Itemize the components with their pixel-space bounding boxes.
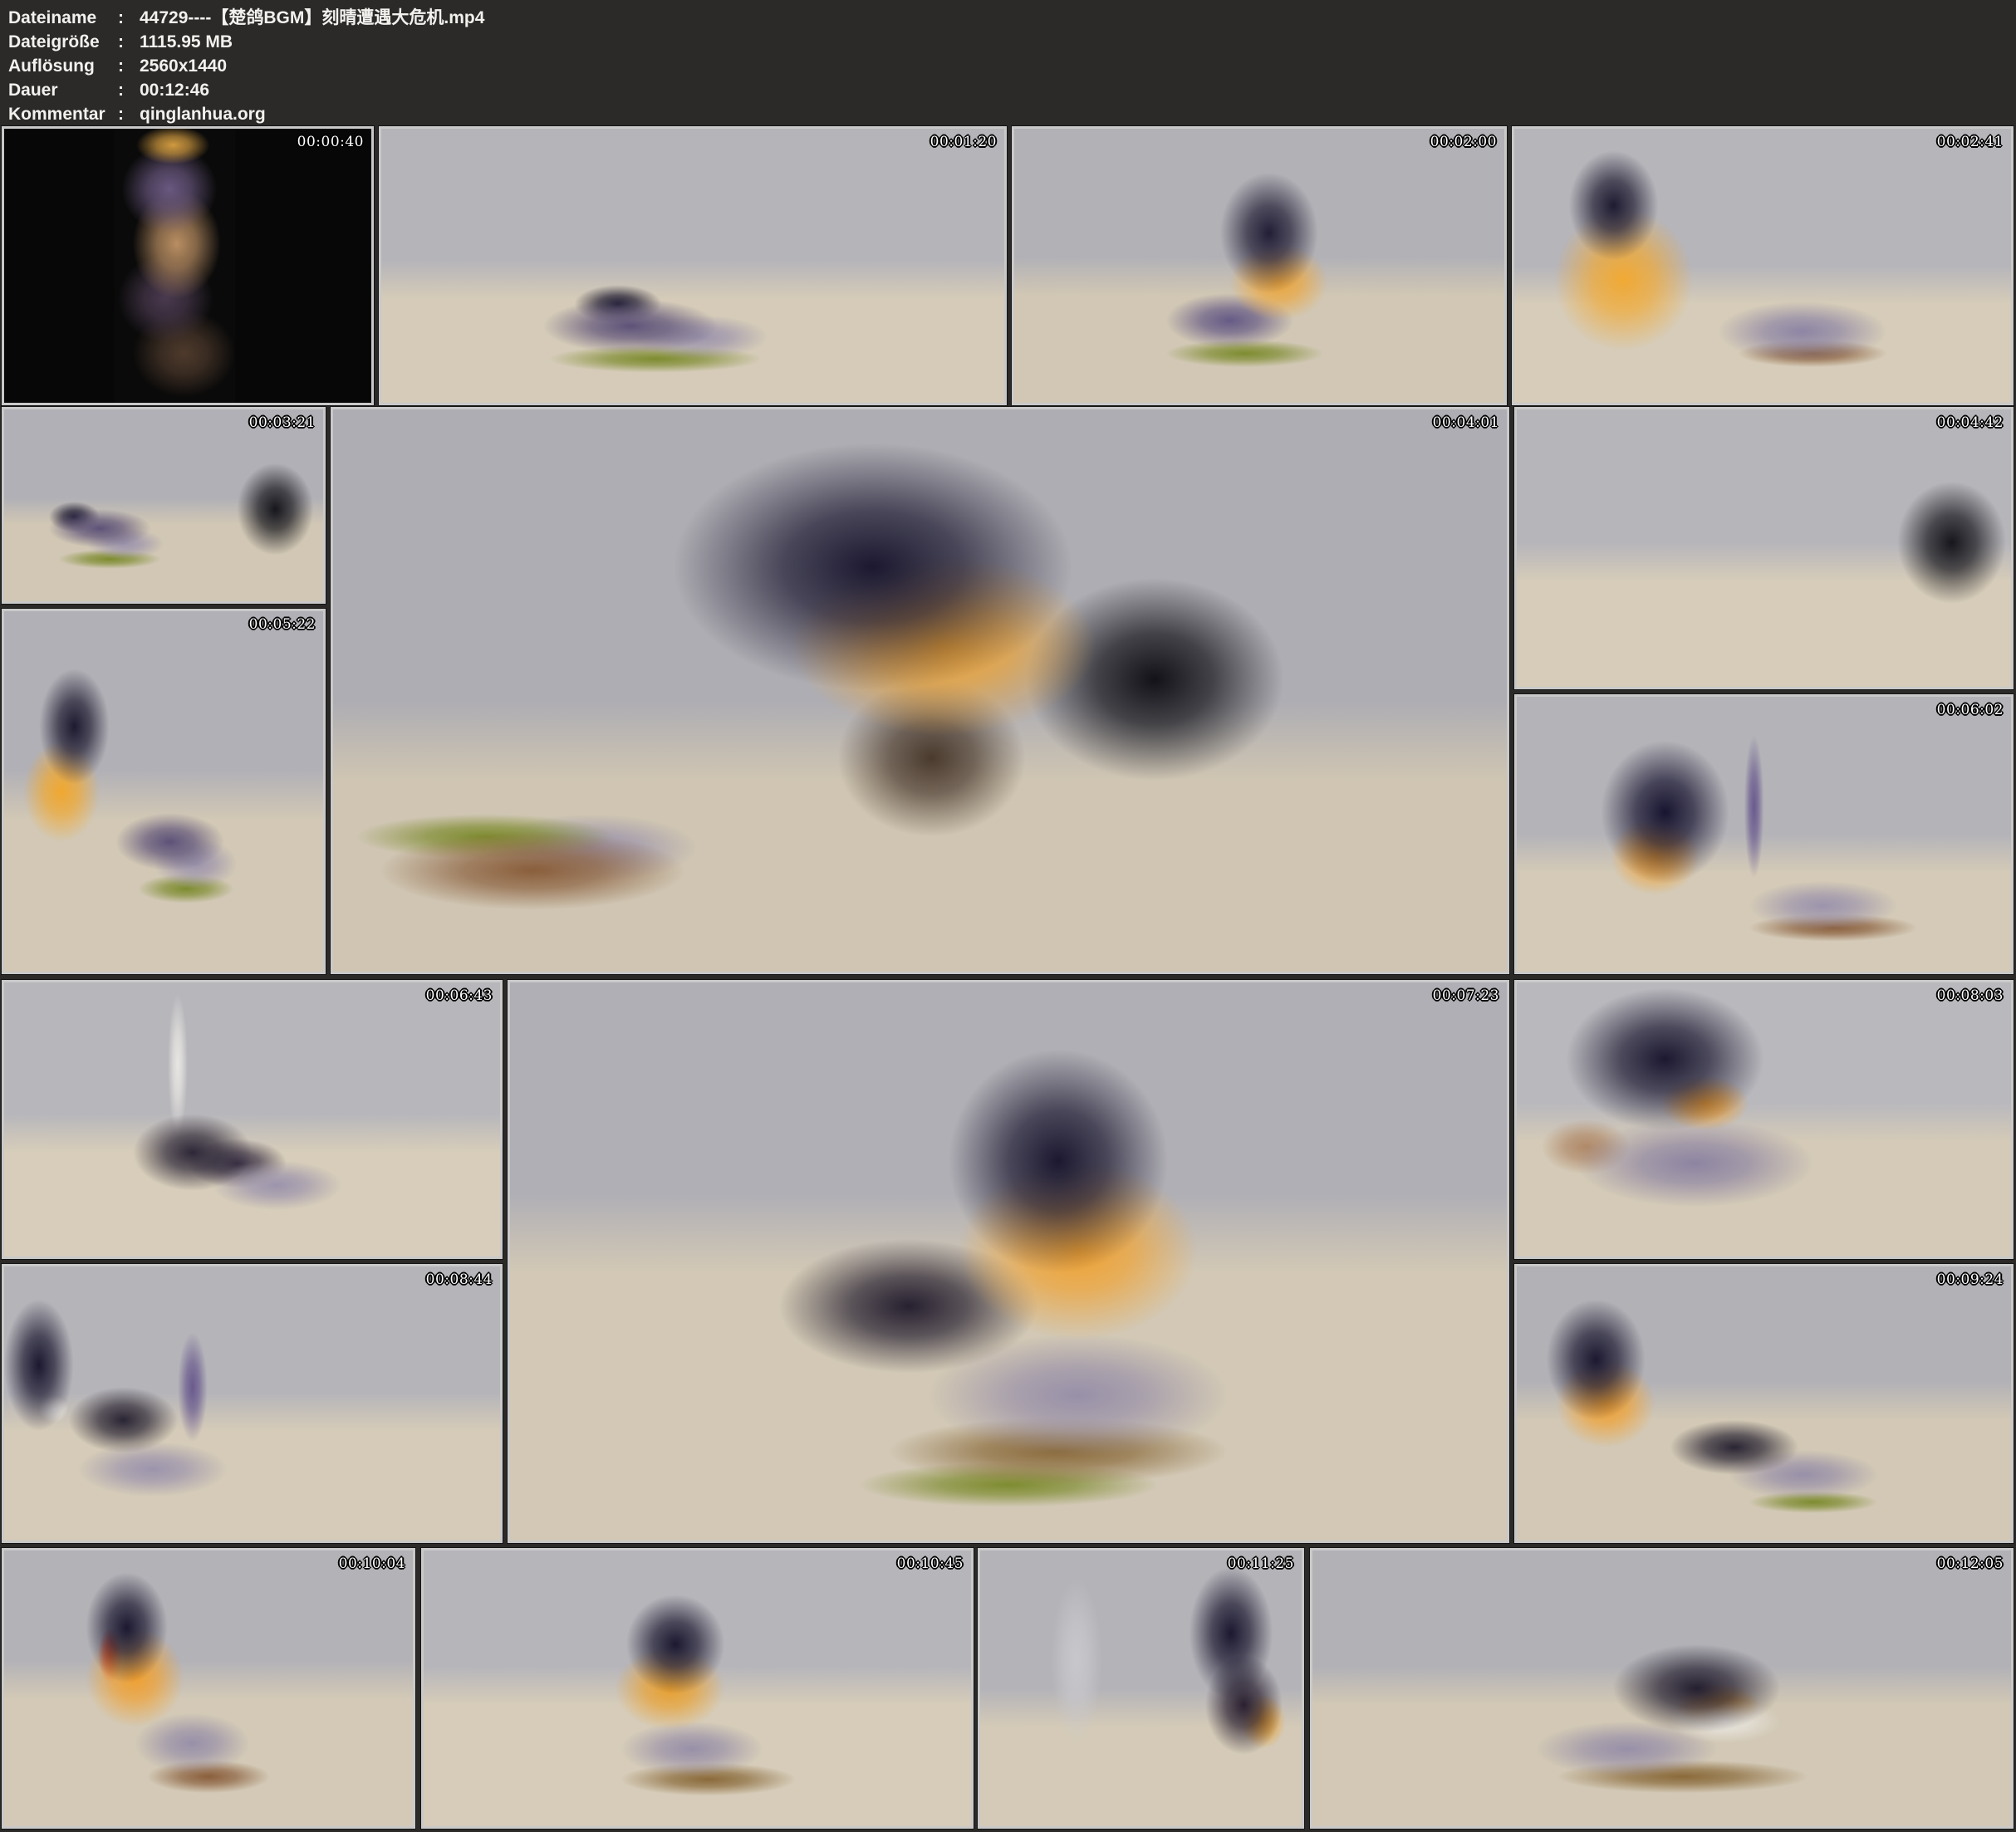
video-thumbnail: 00:10:45 [421, 1548, 974, 1829]
timestamp-overlay: 00:10:45 [897, 1555, 964, 1572]
scene-placeholder [4, 1550, 413, 1826]
timestamp-overlay: 00:05:22 [249, 616, 316, 633]
video-thumbnail: 00:07:23 [508, 980, 1509, 1543]
timestamp-overlay: 00:09:24 [1937, 1271, 2004, 1288]
scene-placeholder [333, 409, 1507, 972]
video-thumbnail: 00:06:02 [1514, 694, 2014, 974]
scene-placeholder [4, 129, 371, 403]
timestamp-overlay: 00:04:42 [1937, 414, 2004, 431]
thumbnail-grid: 00:00:40 00:01:20 00:02:00 00:02:41 00:03:21… [0, 0, 2016, 1832]
scene-placeholder [1312, 1550, 2011, 1826]
timestamp-overlay: 00:06:43 [426, 987, 493, 1004]
scene-placeholder [1014, 129, 1504, 403]
timestamp-overlay: 00:07:23 [1433, 987, 1499, 1004]
video-thumbnail: 00:01:20 [379, 126, 1007, 405]
scene-placeholder [1517, 409, 2011, 687]
scene-placeholder [1514, 129, 2011, 403]
scene-placeholder [424, 1550, 971, 1826]
scene-placeholder [381, 129, 1004, 403]
video-thumbnail: 00:12:05 [1310, 1548, 2014, 1829]
timestamp-overlay: 00:12:05 [1937, 1555, 2004, 1572]
scene-placeholder [1517, 697, 2011, 972]
timestamp-overlay: 00:02:41 [1937, 134, 2004, 150]
scene-placeholder [980, 1550, 1302, 1826]
timestamp-overlay: 00:03:21 [249, 414, 316, 431]
video-thumbnail: 00:03:21 [2, 407, 326, 604]
timestamp-overlay: 00:06:02 [1937, 702, 2004, 718]
timestamp-overlay: 00:00:40 [297, 134, 364, 150]
video-thumbnail: 00:08:44 [2, 1264, 503, 1543]
scene-placeholder [4, 982, 500, 1256]
video-thumbnail: 00:04:01 [331, 407, 1509, 974]
video-thumbnail: 00:00:40 [2, 126, 374, 405]
scene-placeholder [510, 982, 1507, 1541]
scene-placeholder [4, 1266, 500, 1541]
video-thumbnail: 00:09:24 [1514, 1264, 2014, 1543]
timestamp-overlay: 00:08:03 [1937, 987, 2004, 1004]
timestamp-overlay: 00:04:01 [1433, 414, 1499, 431]
video-thumbnail: 00:10:04 [2, 1548, 415, 1829]
video-thumbnail: 00:02:00 [1012, 126, 1507, 405]
timestamp-overlay: 00:10:04 [339, 1555, 405, 1572]
video-thumbnail: 00:05:22 [2, 609, 326, 974]
scene-placeholder [1517, 1266, 2011, 1541]
scene-placeholder [4, 409, 323, 601]
video-thumbnail: 00:02:41 [1512, 126, 2014, 405]
video-thumbnail: 00:04:42 [1514, 407, 2014, 689]
scene-placeholder [1517, 982, 2011, 1256]
video-thumbnail: 00:08:03 [1514, 980, 2014, 1259]
timestamp-overlay: 00:01:20 [930, 134, 997, 150]
video-thumbnail: 00:06:43 [2, 980, 503, 1259]
video-thumbnail: 00:11:25 [978, 1548, 1304, 1829]
timestamp-overlay: 00:08:44 [426, 1271, 493, 1288]
timestamp-overlay: 00:02:00 [1430, 134, 1497, 150]
scene-placeholder [4, 611, 323, 972]
timestamp-overlay: 00:11:25 [1228, 1555, 1294, 1572]
